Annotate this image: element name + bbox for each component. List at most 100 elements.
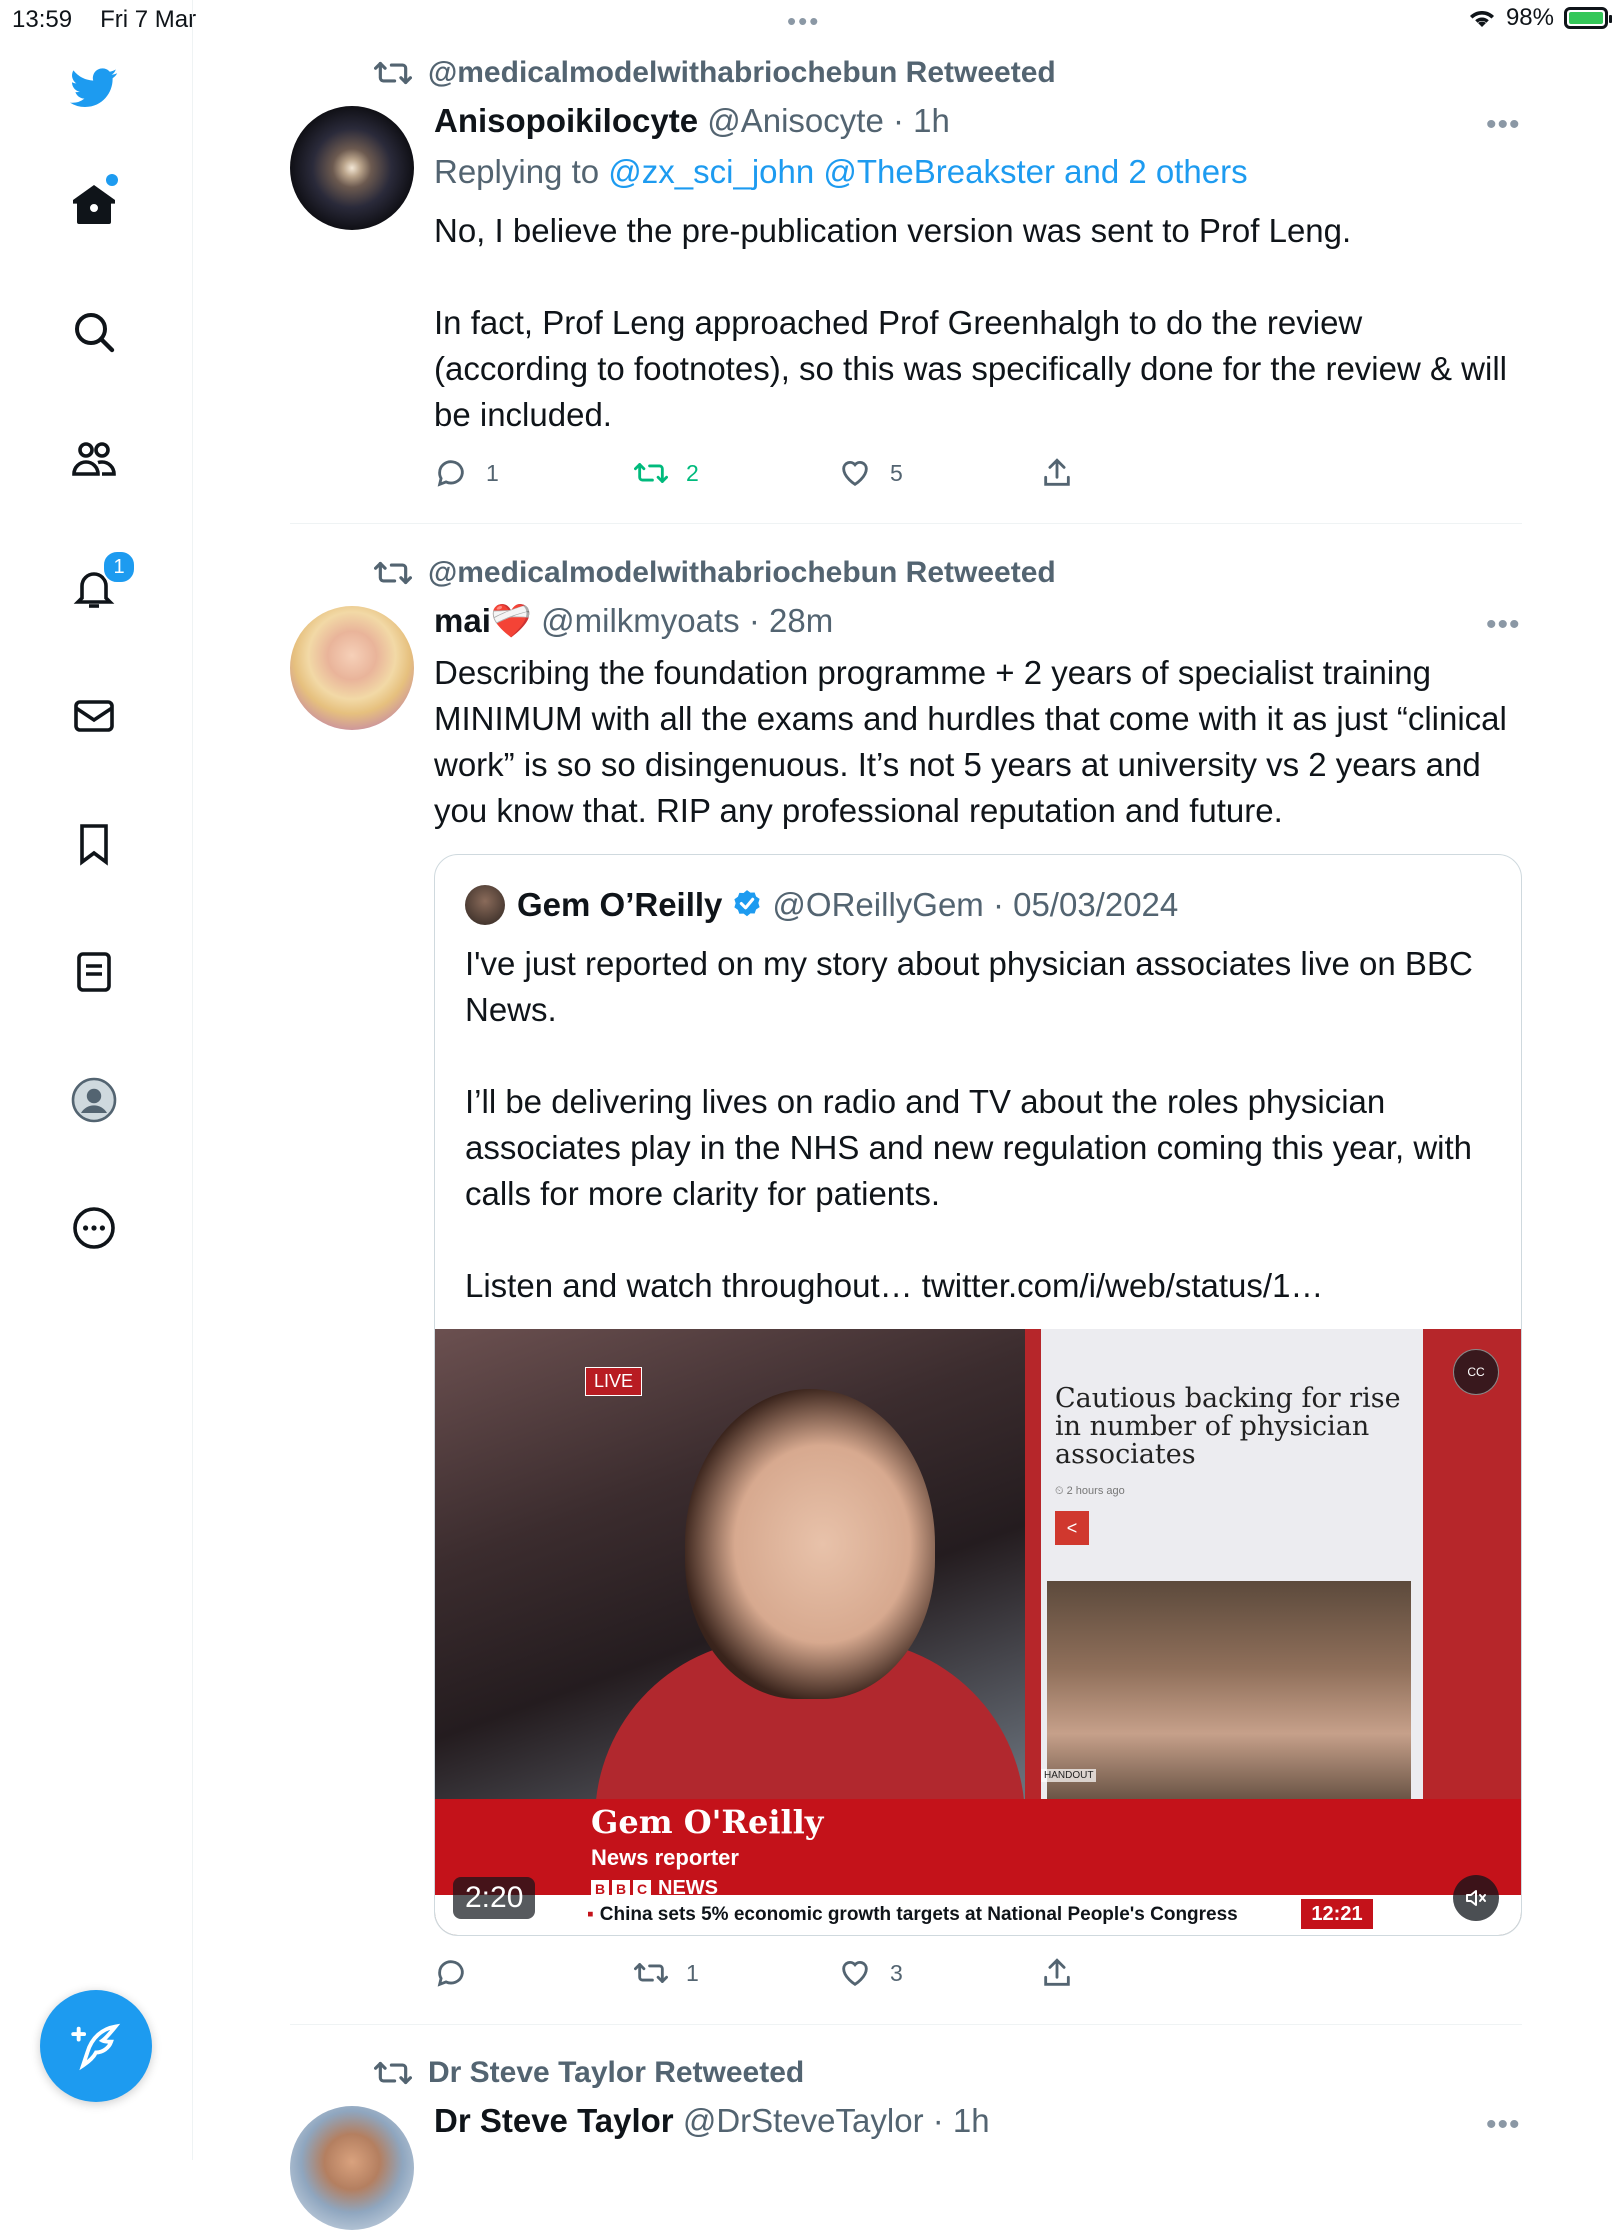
author-name[interactable]: Anisopoikilocyte: [434, 102, 698, 139]
reply-icon: [437, 460, 464, 487]
article-screen: Cautious backing for rise in number of p…: [1041, 1329, 1423, 1799]
presenter-head: [685, 1389, 935, 1699]
replying-to-users-link[interactable]: @zx_sci_john @TheBreakster and 2 others: [608, 153, 1247, 190]
article-headline: Cautious backing for rise in number of p…: [1055, 1383, 1401, 1470]
article-timestamp: ⏲ 2 hours ago: [1055, 1485, 1125, 1497]
messages-icon[interactable]: [66, 688, 122, 744]
video-duration: 2:20: [453, 1877, 536, 1919]
tweet-header: Dr Steve Taylor @DrSteveTaylor · 1h: [434, 2102, 990, 2140]
retweet-icon: [374, 2061, 412, 2085]
video-player[interactable]: Cautious backing for rise in number of p…: [435, 1329, 1521, 1935]
retweet-icon: [374, 561, 412, 585]
replying-to-prefix: Replying to: [434, 153, 600, 190]
tweet-text-paragraph: Describing the foundation programme + 2 …: [434, 654, 1507, 829]
retweet-count: 1: [686, 1959, 699, 1986]
quoted-text-paragraph: Listen and watch throughout… twitter.com…: [465, 1267, 1324, 1304]
heart-icon: [842, 1961, 868, 1987]
tweet-divider: [290, 2024, 1522, 2025]
ticker-text: China sets 5% economic growth targets at…: [587, 1904, 1238, 1926]
like-count: 5: [890, 459, 903, 486]
share-button[interactable]: [1040, 456, 1074, 490]
verified-badge-icon: [734, 890, 761, 917]
like-button[interactable]: 5: [838, 456, 903, 490]
heart-icon: [842, 461, 868, 487]
retweeted-by-line: @medicalmodelwithabriochebun Retweeted: [374, 554, 1056, 592]
retweeted-by-line: @medicalmodelwithabriochebun Retweeted: [374, 54, 1056, 92]
notifications-badge: 1: [102, 550, 136, 584]
tweet-more-button[interactable]: •••: [1486, 2108, 1521, 2142]
quoted-avatar: [465, 885, 505, 925]
profile-icon[interactable]: [66, 1072, 122, 1128]
retweeted-by-text: @medicalmodelwithabriochebun Retweeted: [428, 556, 1056, 589]
avatar[interactable]: [290, 606, 414, 730]
reply-button[interactable]: 1: [434, 456, 499, 490]
home-icon[interactable]: [66, 174, 122, 232]
author-name[interactable]: mai: [434, 602, 491, 639]
retweet-icon: [634, 463, 668, 483]
wifi-icon: [1469, 11, 1494, 27]
lower-third-name: Gem O'Reilly: [591, 1803, 824, 1841]
retweet-icon: [374, 61, 412, 85]
share-icon: [1044, 1958, 1070, 1986]
retweet-button[interactable]: 1: [634, 1956, 699, 1990]
share-icon: [1044, 458, 1070, 486]
multitasking-dots[interactable]: •••: [787, 6, 820, 37]
retweeted-by-text: Dr Steve Taylor Retweeted: [428, 2056, 805, 2089]
tweet-text: Describing the foundation programme + 2 …: [434, 650, 1524, 834]
quoted-author-name: Gem O’Reilly: [517, 886, 723, 923]
twitter-bird-icon[interactable]: [66, 60, 122, 116]
share-button[interactable]: [1040, 1956, 1074, 1990]
bookmarks-icon[interactable]: [66, 816, 122, 872]
reply-button[interactable]: [434, 1956, 486, 1990]
author-handle-time[interactable]: @Anisocyte · 1h: [707, 102, 950, 139]
tweet-more-button[interactable]: •••: [1486, 108, 1521, 142]
home-new-dot: [106, 174, 118, 186]
author-name[interactable]: Dr Steve Taylor: [434, 2102, 674, 2139]
quoted-tweet-text: I've just reported on my story about phy…: [465, 941, 1485, 1309]
more-icon[interactable]: [66, 1200, 122, 1256]
reply-count: 1: [486, 459, 499, 486]
like-button[interactable]: 3: [838, 1956, 903, 1990]
retweet-icon: [634, 1963, 668, 1983]
quoted-text-paragraph: I've just reported on my story about phy…: [465, 945, 1473, 1028]
tweet-text-paragraph: No, I believe the pre-publication versio…: [434, 212, 1352, 249]
compose-tweet-icon: [71, 2023, 121, 2071]
tweet-header: mai❤️‍🩹 @milkmyoats · 28m: [434, 602, 833, 641]
author-handle-time[interactable]: @DrSteveTaylor · 1h: [683, 2102, 990, 2139]
ticker-clock: 12:21: [1301, 1899, 1373, 1929]
retweeted-by-line: Dr Steve Taylor Retweeted: [374, 2054, 804, 2092]
lower-third-role: News reporter: [591, 1845, 739, 1870]
avatar[interactable]: [290, 2106, 414, 2230]
article-share-icon: <: [1055, 1511, 1089, 1545]
tweet-text: No, I believe the pre-publication versio…: [434, 208, 1514, 438]
quoted-text-paragraph: I’ll be delivering lives on radio and TV…: [465, 1083, 1473, 1212]
battery-percent: 98%: [1505, 4, 1554, 31]
quoted-tweet[interactable]: Gem O’Reilly @OReillyGem · 05/03/2024 I'…: [434, 854, 1522, 1936]
photo-caption: HANDOUT: [1041, 1769, 1097, 1782]
status-bar-right: 98%: [1468, 4, 1612, 32]
compose-tweet-button[interactable]: [40, 1990, 152, 2102]
search-icon[interactable]: [66, 304, 122, 360]
notifications-icon[interactable]: 1: [66, 550, 136, 616]
author-emoji: ❤️‍🩹: [490, 602, 532, 639]
article-photo: [1047, 1581, 1411, 1799]
live-tag: LIVE: [585, 1367, 643, 1396]
replying-to-line: Replying to @zx_sci_john @TheBreakster a…: [434, 153, 1248, 191]
battery-icon: [1564, 7, 1612, 29]
lists-icon[interactable]: [66, 944, 122, 1000]
quoted-tweet-header: Gem O’Reilly @OReillyGem · 05/03/2024: [465, 885, 1178, 925]
captions-button[interactable]: CC: [1453, 1349, 1499, 1395]
retweeted-by-text: @medicalmodelwithabriochebun Retweeted: [428, 56, 1056, 89]
tweet-text-paragraph: In fact, Prof Leng approached Prof Green…: [434, 304, 1507, 433]
quoted-handle-time: @OReillyGem · 05/03/2024: [772, 886, 1179, 923]
tweet-actions: 1 3: [0, 1956, 1620, 1996]
retweet-button[interactable]: 2: [634, 456, 699, 490]
muted-speaker-icon: [1466, 1890, 1486, 1906]
mute-button[interactable]: [1453, 1875, 1499, 1921]
avatar[interactable]: [290, 106, 414, 230]
author-handle-time[interactable]: @milkmyoats · 28m: [541, 602, 833, 639]
retweet-count: 2: [686, 459, 699, 486]
tweet-more-button[interactable]: •••: [1486, 608, 1521, 642]
tweet-divider: [290, 523, 1522, 524]
tweet-header: Anisopoikilocyte @Anisocyte · 1h: [434, 102, 950, 140]
